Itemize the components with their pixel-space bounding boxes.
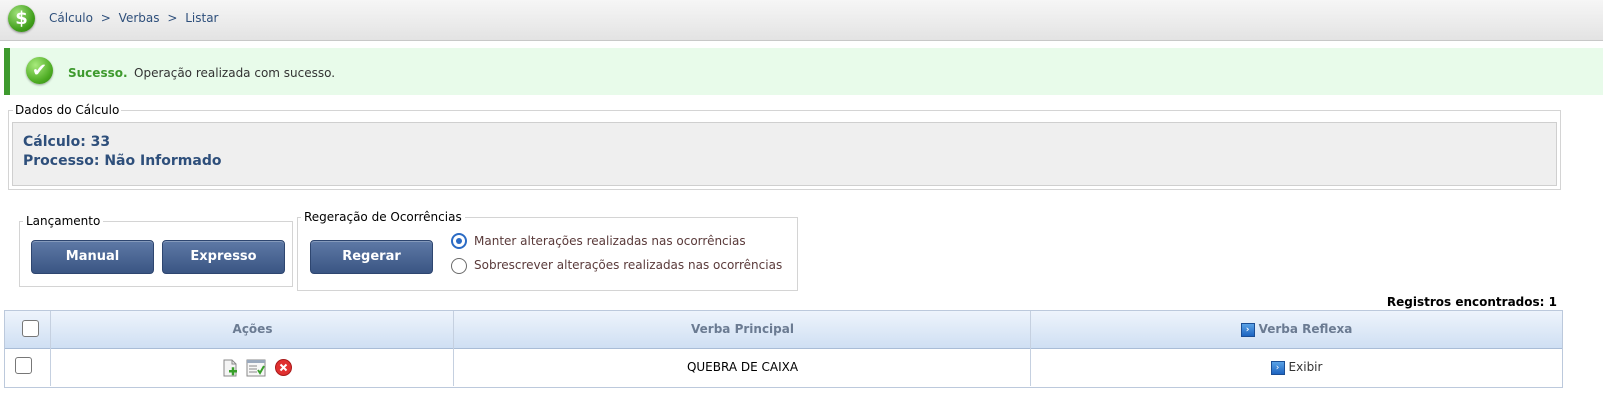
dollar-logo-icon[interactable]: $ xyxy=(8,5,35,32)
edit-list-icon[interactable] xyxy=(246,359,266,377)
breadcrumb-item-calculo[interactable]: Cálculo xyxy=(49,11,93,25)
verbas-table: Ações Verba Principal › Verba Reflexa QU… xyxy=(4,310,1563,388)
expand-arrow-icon[interactable]: › xyxy=(1240,322,1255,337)
expand-arrow-icon[interactable]: › xyxy=(1270,360,1285,375)
sobrescrever-radio-label[interactable]: Sobrescrever alterações realizadas nas o… xyxy=(474,258,782,272)
expresso-button[interactable]: Expresso xyxy=(162,240,285,274)
select-all-checkbox[interactable] xyxy=(22,320,39,337)
processo-info: Processo: Não Informado xyxy=(23,153,222,169)
regerar-button[interactable]: Regerar xyxy=(310,240,433,274)
calculo-number: Cálculo: 33 xyxy=(23,134,111,150)
verba-reflexa-cell[interactable]: › Exibir xyxy=(1031,349,1562,385)
check-circle-icon: ✔ xyxy=(26,57,53,84)
registros-count: Registros encontrados: 1 xyxy=(1386,295,1557,309)
sobrescrever-radio[interactable] xyxy=(451,258,467,274)
top-bar: $ Cálculo > Verbas > Listar xyxy=(0,0,1603,41)
header-verba-reflexa[interactable]: › Verba Reflexa xyxy=(1031,311,1562,348)
dados-calculo-panel xyxy=(12,122,1557,186)
dados-calculo-legend: Dados do Cálculo xyxy=(13,103,122,117)
success-message: ✔ Sucesso. Operação realizada com sucess… xyxy=(4,48,1603,95)
delete-icon[interactable] xyxy=(275,359,292,376)
verba-principal-cell: QUEBRA DE CAIXA xyxy=(686,360,799,374)
breadcrumb-separator: > xyxy=(100,11,111,25)
manter-radio[interactable] xyxy=(451,233,467,249)
breadcrumb-item-verbas[interactable]: Verbas xyxy=(119,11,160,25)
success-title: Sucesso. xyxy=(68,66,128,80)
header-acoes: Ações xyxy=(232,322,273,336)
exibir-link[interactable]: Exibir xyxy=(1289,360,1323,374)
success-text: Operação realizada com sucesso. xyxy=(134,66,336,80)
breadcrumb-item-listar: Listar xyxy=(185,11,219,25)
add-reflexa-icon[interactable] xyxy=(222,359,238,377)
manter-radio-label[interactable]: Manter alterações realizadas nas ocorrên… xyxy=(474,234,746,248)
lancamento-legend: Lançamento xyxy=(23,214,104,228)
column-divider xyxy=(50,311,51,386)
breadcrumb-separator: > xyxy=(167,11,178,25)
header-verba-principal[interactable]: Verba Principal xyxy=(454,311,1031,348)
manual-button[interactable]: Manual xyxy=(31,240,154,274)
header-verba-reflexa-label: Verba Reflexa xyxy=(1258,322,1353,336)
row-checkbox[interactable] xyxy=(15,357,32,374)
breadcrumb: Cálculo > Verbas > Listar xyxy=(49,11,218,25)
regeracao-legend: Regeração de Ocorrências xyxy=(301,210,465,224)
